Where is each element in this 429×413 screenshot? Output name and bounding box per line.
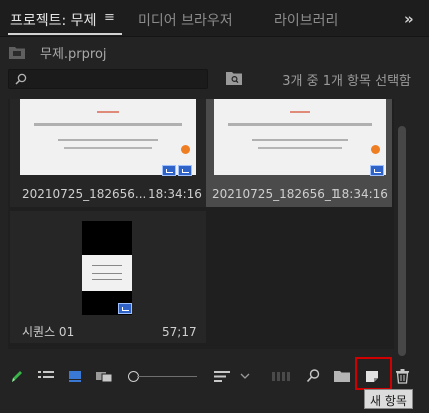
list-view-icon[interactable] — [38, 368, 54, 384]
clip-duration: 18:34:16 — [148, 187, 202, 201]
freeform-view-icon[interactable] — [96, 368, 116, 384]
icon-view-icon[interactable] — [68, 368, 82, 384]
divider — [0, 36, 429, 37]
pencil-icon[interactable] — [10, 368, 24, 384]
sort-icon[interactable] — [214, 368, 230, 384]
clip-duration: 18:34:16 — [334, 187, 388, 201]
video-badge-icon — [162, 165, 176, 176]
new-search-bin-icon[interactable] — [226, 71, 242, 85]
zoom-slider-track[interactable] — [137, 376, 197, 377]
sequence-thumbnail — [82, 221, 132, 315]
clear-icon[interactable] — [396, 368, 409, 384]
search-input[interactable] — [8, 69, 208, 89]
clip-name: 20210725_182656_1 — [212, 187, 339, 201]
highlight-box — [355, 357, 392, 390]
tab-project[interactable]: 프로젝트: 무제 — [10, 10, 96, 30]
clip-item[interactable]: 20210725_182656... 18:34:16 — [10, 99, 206, 207]
project-row: 무제.prproj — [0, 38, 429, 66]
chevron-down-icon[interactable] — [240, 368, 250, 384]
project-panel: 프로젝트: 무제 ≡ 미디어 브라우저 라이브러리 » 무제.prproj 3개… — [0, 0, 429, 413]
project-file-icon — [9, 47, 25, 59]
audio-badge-icon — [178, 165, 192, 176]
clip-name: 20210725_182656... — [22, 187, 147, 201]
tooltip: 새 항목 — [364, 389, 413, 409]
clip-thumbnail — [20, 99, 196, 175]
automate-to-sequence-icon[interactable] — [272, 368, 290, 384]
overflow-icon[interactable]: » — [404, 10, 414, 28]
tab-menu-icon[interactable]: ≡ — [104, 10, 115, 25]
scrollbar-thumb[interactable] — [398, 126, 406, 356]
clip-item-selected[interactable]: 20210725_182656_1 18:34:16 — [206, 99, 392, 207]
search-icon — [15, 73, 27, 85]
selection-status: 3개 중 1개 항목 선택함 — [282, 74, 411, 89]
find-icon[interactable] — [306, 368, 320, 384]
clip-thumbnail — [214, 99, 386, 175]
video-badge-icon — [370, 165, 384, 176]
new-bin-icon[interactable] — [334, 368, 350, 384]
active-tab-indicator — [8, 33, 122, 35]
sequence-duration: 57;17 — [162, 325, 197, 339]
sequence-badge-icon — [118, 303, 132, 314]
tab-bar: 프로젝트: 무제 ≡ 미디어 브라우저 라이브러리 » — [0, 0, 429, 36]
clip-grid: 20210725_182656... 18:34:16 20210725_182… — [8, 99, 394, 349]
tab-libraries[interactable]: 라이브러리 — [274, 10, 338, 30]
project-name: 무제.prproj — [40, 47, 107, 62]
sequence-item[interactable]: 시퀀스 01 57;17 — [10, 211, 206, 343]
tab-media-browser[interactable]: 미디어 브라우저 — [138, 10, 233, 30]
sequence-name: 시퀀스 01 — [22, 325, 75, 339]
